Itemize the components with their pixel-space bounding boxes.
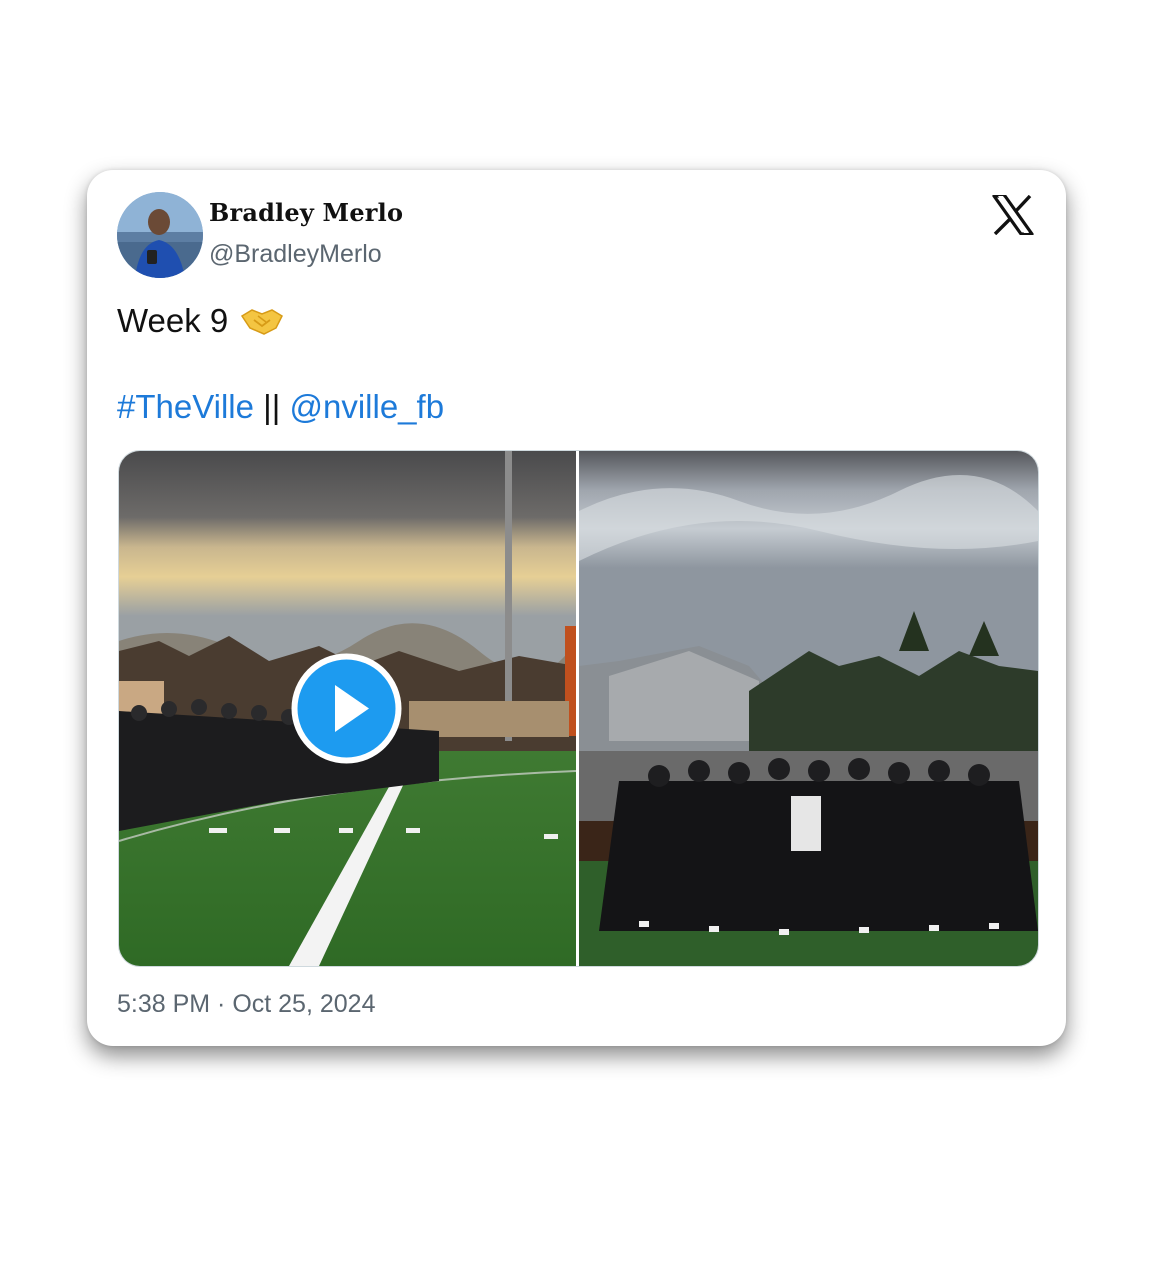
x-logo-icon[interactable] [992, 195, 1034, 235]
play-button[interactable] [289, 651, 404, 766]
separator-text: || [253, 388, 290, 425]
tweet-card[interactable]: Bradley Merlo @BradleyMerlo Week 9 #TheV… [87, 170, 1066, 1046]
tweet-timestamp[interactable]: 5:38 PM · Oct 25, 2024 [117, 990, 375, 1019]
photo-thumbnail[interactable] [579, 451, 1038, 966]
tweet-text-line1: Week 9 [117, 302, 284, 340]
tweet-text-line2: #TheVille || @nville_fb [117, 388, 444, 426]
mention-link[interactable]: @nville_fb [289, 388, 444, 425]
tweet-text: Week 9 [117, 302, 229, 339]
hashtag-link[interactable]: #TheVille [117, 388, 254, 425]
author-name[interactable]: Bradley Merlo [209, 198, 403, 227]
author-handle[interactable]: @BradleyMerlo [209, 240, 382, 269]
video-thumbnail[interactable] [119, 451, 576, 966]
media-grid[interactable] [118, 450, 1039, 967]
author-avatar[interactable] [117, 192, 203, 278]
handshake-emoji-icon [240, 306, 284, 336]
